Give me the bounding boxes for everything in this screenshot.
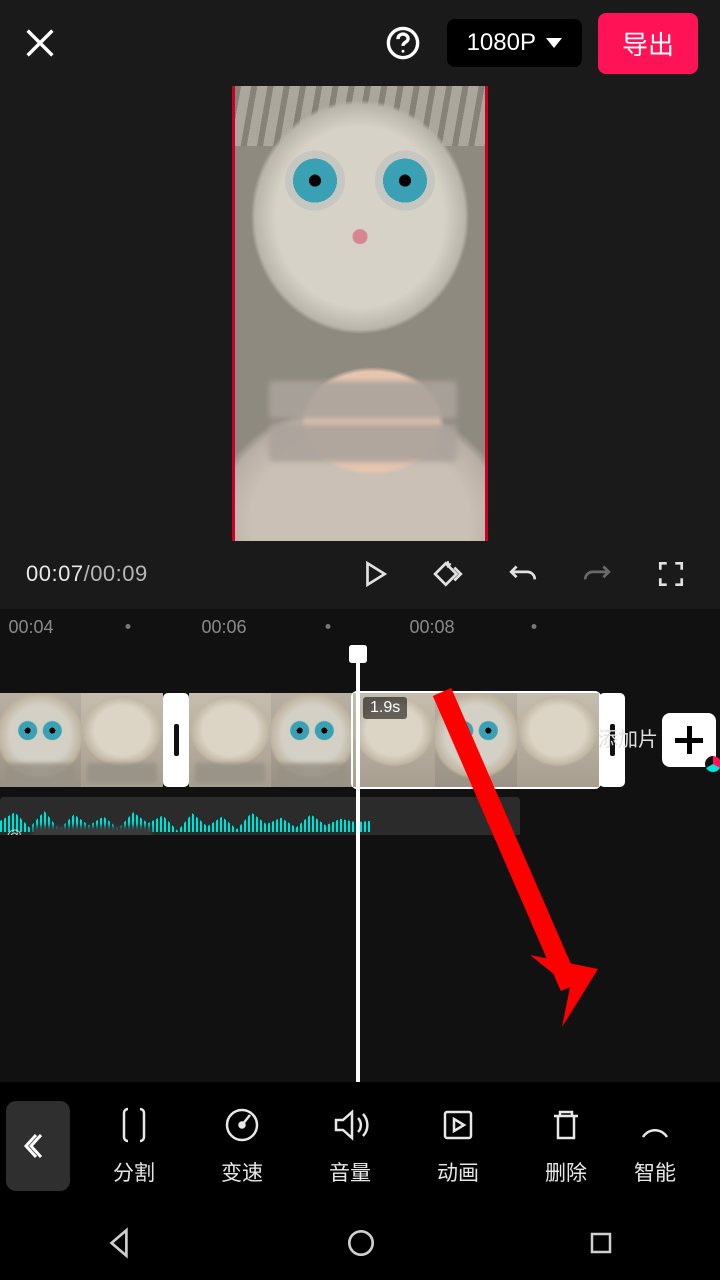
system-recent-button[interactable] (585, 1227, 617, 1264)
fullscreen-button[interactable] (644, 553, 698, 595)
play-button[interactable] (348, 553, 402, 595)
tool-label: 动画 (437, 1157, 479, 1187)
toolbar-back-button[interactable] (6, 1101, 70, 1191)
ruler-dot (532, 624, 537, 629)
total-time: 00:09 (90, 561, 148, 586)
video-editor-app: 1080P 导出 00:07/00:09 (0, 0, 720, 1280)
ruler-label: 00:04 (8, 617, 53, 638)
clip-duration-badge: 1.9s (363, 697, 407, 719)
playhead-extension (356, 645, 360, 1082)
ruler-label: 00:08 (409, 617, 454, 638)
undo-button[interactable] (496, 553, 550, 595)
system-back-button[interactable] (103, 1226, 137, 1265)
timeline-empty-area (0, 835, 720, 1082)
video-track[interactable]: 1.9s (0, 693, 625, 787)
chevron-down-icon (546, 38, 562, 48)
help-button[interactable] (385, 25, 421, 61)
transport-bar: 00:07/00:09 (0, 541, 720, 609)
system-home-button[interactable] (344, 1226, 378, 1265)
video-clip[interactable] (189, 693, 353, 787)
tool-volume[interactable]: 音量 (296, 1105, 404, 1187)
timecode: 00:07/00:09 (26, 561, 148, 587)
resolution-label: 1080P (467, 29, 536, 57)
timeline[interactable]: 1.9s 添加片 @ (0, 645, 720, 835)
add-tail-label: 添加片 (598, 723, 658, 752)
tool-animation[interactable]: 动画 (404, 1105, 512, 1187)
close-button[interactable] (22, 25, 58, 61)
tool-label: 智能 (634, 1157, 676, 1187)
edit-toolbar: 分割 变速 音量 动画 删除 智能 (0, 1082, 720, 1210)
audio-label-blur (32, 826, 152, 835)
system-nav-bar (0, 1210, 720, 1280)
tool-speed[interactable]: 变速 (188, 1105, 296, 1187)
export-button[interactable]: 导出 (598, 13, 698, 74)
resolution-selector[interactable]: 1080P (447, 19, 582, 67)
tool-delete[interactable]: 删除 (512, 1105, 620, 1187)
add-clip-button[interactable] (662, 713, 716, 767)
video-clip-selected[interactable]: 1.9s (353, 693, 599, 787)
top-bar: 1080P 导出 (0, 0, 720, 86)
video-clip[interactable] (0, 693, 163, 787)
audio-label-prefix: @ (6, 828, 22, 835)
current-time: 00:07 (26, 561, 84, 586)
clip-handle-left[interactable] (163, 693, 189, 787)
tool-label: 删除 (545, 1157, 587, 1187)
keyframe-button[interactable] (422, 553, 476, 595)
redo-button[interactable] (570, 553, 624, 595)
tool-label: 音量 (329, 1157, 371, 1187)
preview-area (0, 86, 720, 541)
ruler-dot (126, 624, 131, 629)
tool-label: 分割 (113, 1157, 155, 1187)
tool-split[interactable]: 分割 (80, 1105, 188, 1187)
time-ruler[interactable]: 00:04 00:06 00:08 (0, 609, 720, 645)
ruler-label: 00:06 (201, 617, 246, 638)
ruler-dot (326, 624, 331, 629)
preview-canvas[interactable] (232, 86, 488, 541)
tool-label: 变速 (221, 1157, 263, 1187)
tool-smart[interactable]: 智能 (620, 1105, 690, 1187)
